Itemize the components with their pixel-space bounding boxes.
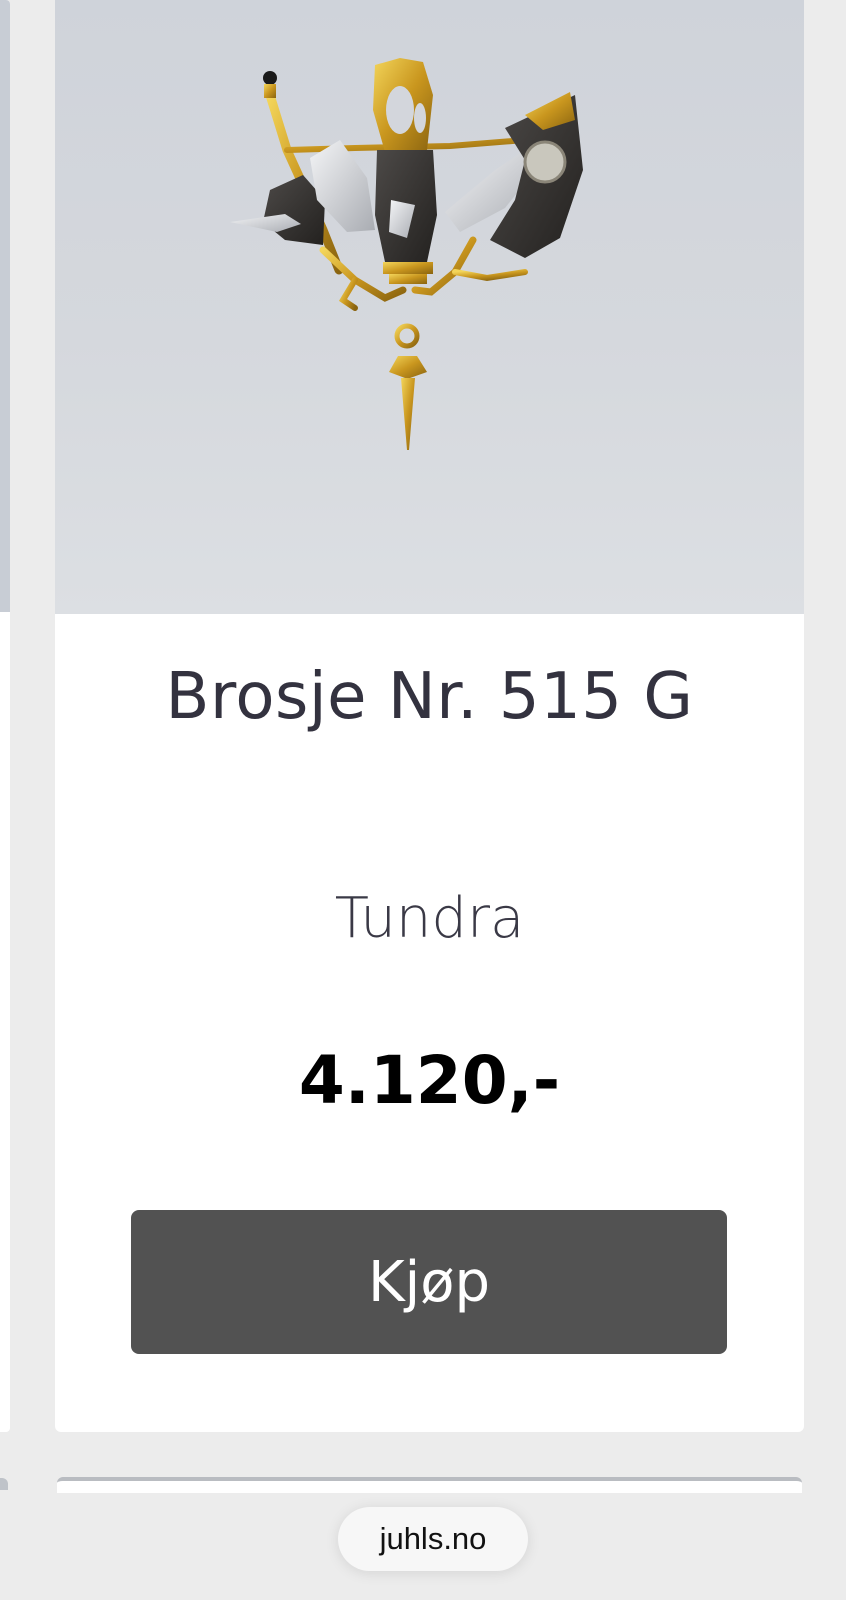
browser-url-pill[interactable]: juhls.no (338, 1507, 528, 1571)
brooch-illustration (230, 58, 583, 450)
buy-button[interactable]: Kjøp (131, 1210, 727, 1354)
previous-product-card[interactable] (0, 0, 10, 1432)
product-price: 4.120,- (298, 1042, 561, 1119)
previous-product-image (0, 0, 10, 612)
product-image[interactable] (55, 0, 804, 614)
previous-row-card-edge (0, 1478, 8, 1490)
product-collection: Tundra (334, 886, 525, 951)
next-product-card-edge (57, 1477, 802, 1493)
product-card: Brosje Nr. 515 G Tundra 4.120,- Kjøp (55, 0, 804, 1432)
product-title[interactable]: Brosje Nr. 515 G (55, 660, 804, 734)
